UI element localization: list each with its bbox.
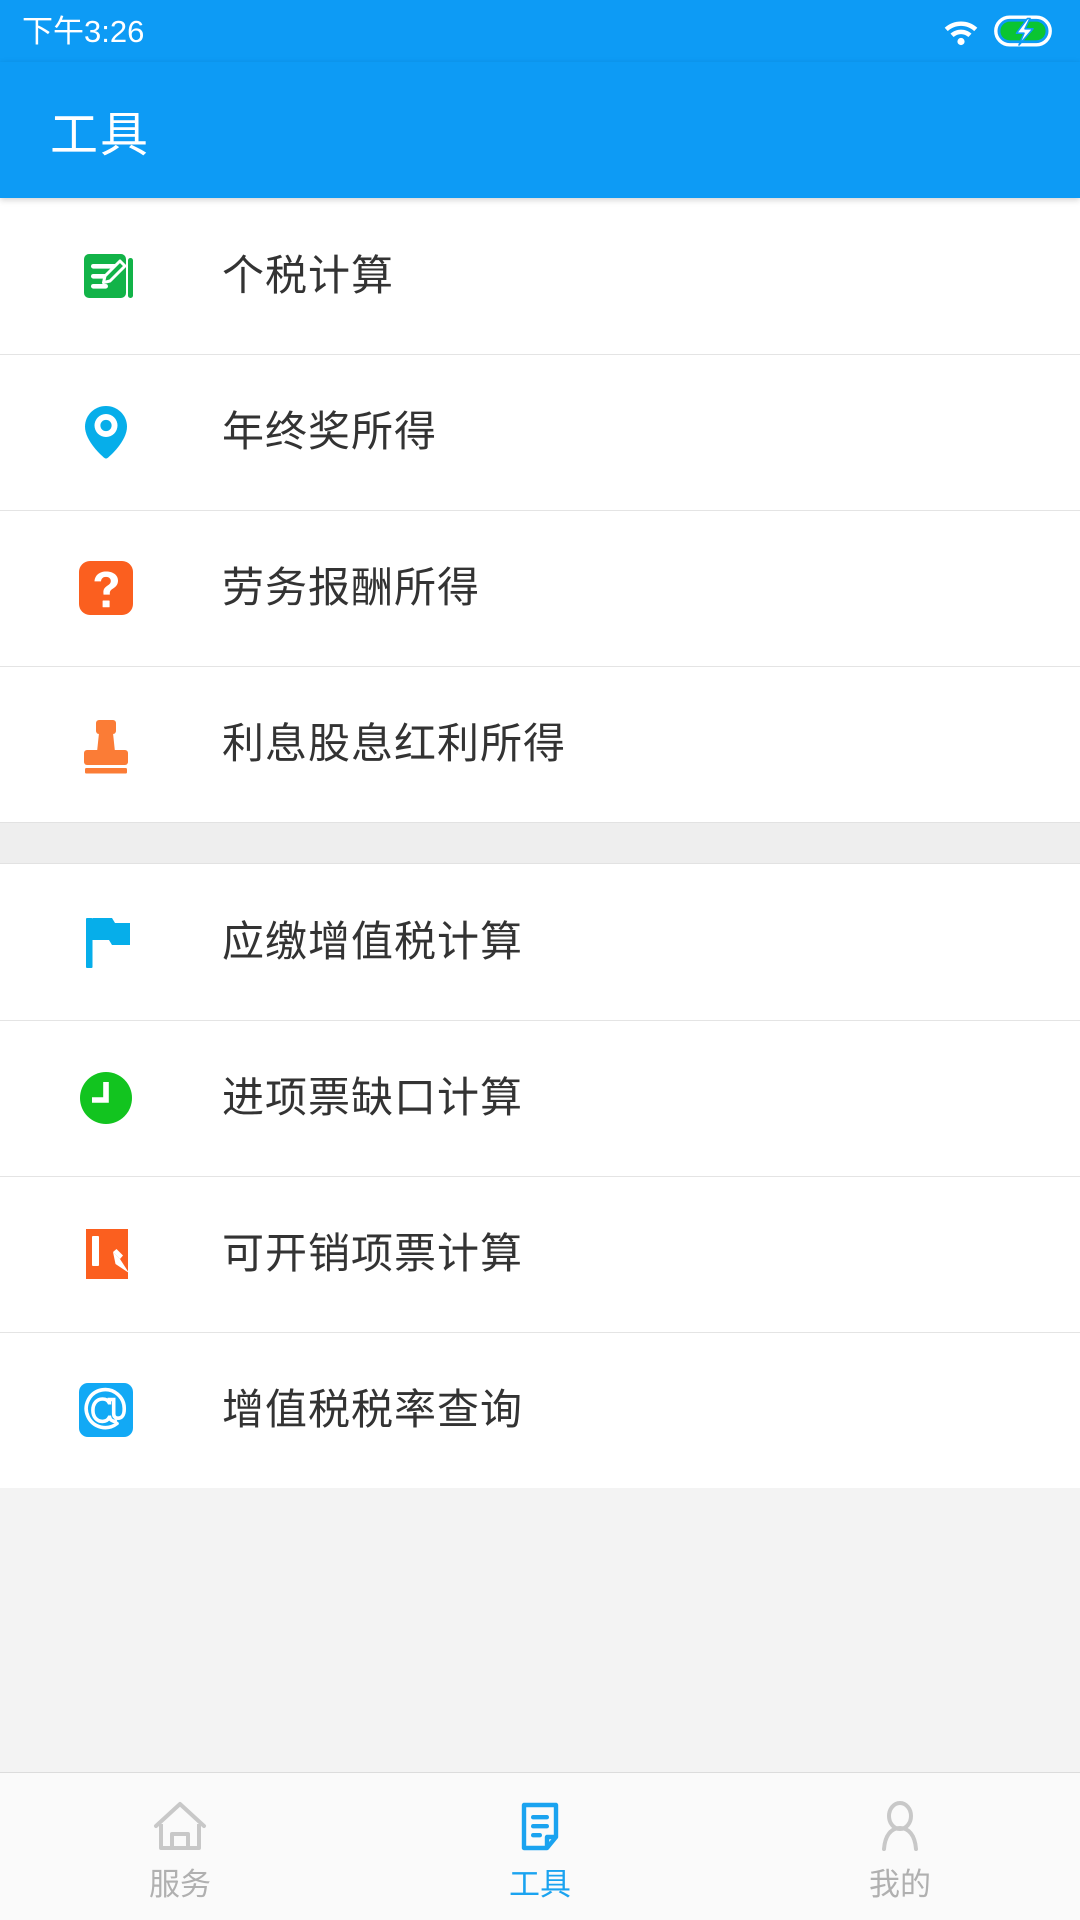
- list-item-interest-dividend[interactable]: 利息股息红利所得: [0, 666, 1080, 822]
- bottom-navigation: 服务 工具 我的: [0, 1772, 1080, 1920]
- flag-icon: [68, 904, 144, 980]
- list-item-vat-payable[interactable]: 应缴增值税计算: [0, 864, 1080, 1020]
- tools-group-2: 应缴增值税计算 进项票缺口计算 可开销项票计算 增值税税率查询: [0, 864, 1080, 1488]
- question-mark-icon: [68, 550, 144, 626]
- clock-icon: [68, 1060, 144, 1136]
- stamp-icon: [68, 706, 144, 782]
- list-item-label: 可开销项票计算: [222, 1230, 524, 1277]
- list-item-output-invoice[interactable]: 可开销项票计算: [0, 1176, 1080, 1332]
- location-pin-icon: [68, 394, 144, 470]
- app-screen: 下午3:26 工具 个税计算 年终奖所得 劳务报酬所得 利息股息红利所得 应缴增…: [0, 0, 1080, 1920]
- tools-group-1: 个税计算 年终奖所得 劳务报酬所得 利息股息红利所得: [0, 198, 1080, 822]
- home-icon: [147, 1793, 213, 1859]
- note-edit-icon: [68, 238, 144, 314]
- list-item-label: 进项票缺口计算: [222, 1074, 524, 1121]
- list-item-personal-tax[interactable]: 个税计算: [0, 198, 1080, 354]
- tools-list[interactable]: 个税计算 年终奖所得 劳务报酬所得 利息股息红利所得 应缴增值税计算 进项票缺口…: [0, 198, 1080, 1772]
- list-item-annual-bonus[interactable]: 年终奖所得: [0, 354, 1080, 510]
- list-item-labor-income[interactable]: 劳务报酬所得: [0, 510, 1080, 666]
- list-item-label: 个税计算: [222, 252, 395, 299]
- tools-note-icon: [507, 1793, 573, 1859]
- app-bar: 工具: [0, 62, 1080, 198]
- list-item-label: 增值税税率查询: [222, 1386, 524, 1433]
- tab-tools[interactable]: 工具: [360, 1773, 720, 1920]
- tab-mine[interactable]: 我的: [720, 1773, 1080, 1920]
- person-icon: [867, 1793, 933, 1859]
- at-sign-icon: [68, 1372, 144, 1448]
- battery-charging-icon: [994, 15, 1052, 47]
- tab-label: 我的: [869, 1867, 931, 1902]
- tab-label: 服务: [149, 1867, 211, 1902]
- status-bar-time: 下午3:26: [22, 13, 145, 49]
- status-bar: 下午3:26: [0, 0, 1080, 62]
- list-item-label: 利息股息红利所得: [222, 720, 567, 767]
- page-title: 工具: [50, 109, 151, 162]
- list-item-label: 年终奖所得: [222, 408, 438, 455]
- tab-services[interactable]: 服务: [0, 1773, 360, 1920]
- list-item-label: 劳务报酬所得: [222, 564, 481, 611]
- list-item-input-invoice-gap[interactable]: 进项票缺口计算: [0, 1020, 1080, 1176]
- wifi-icon: [942, 16, 980, 46]
- list-item-vat-rate-query[interactable]: 增值税税率查询: [0, 1332, 1080, 1488]
- tab-label: 工具: [509, 1867, 571, 1902]
- status-bar-indicators: [942, 15, 1052, 47]
- document-pencil-icon: [68, 1216, 144, 1292]
- list-item-label: 应缴增值税计算: [222, 918, 524, 965]
- group-separator: [0, 822, 1080, 864]
